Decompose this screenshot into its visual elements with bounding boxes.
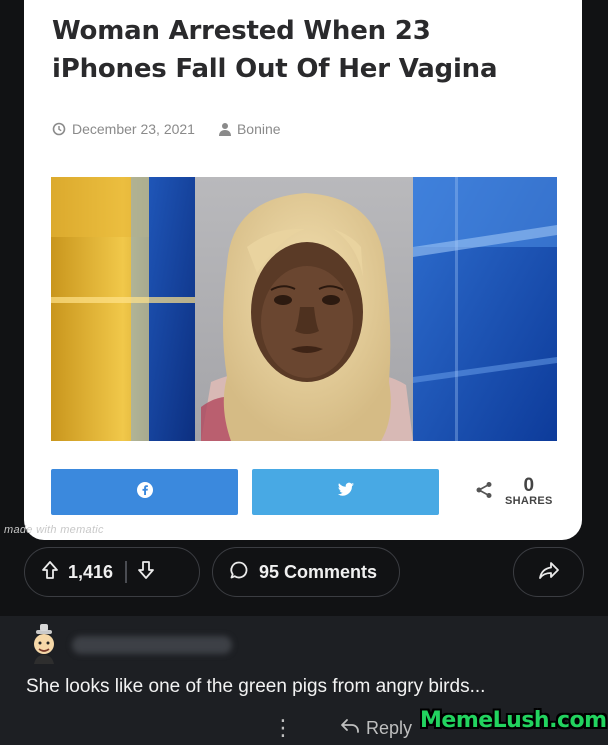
comments-label: 95 Comments: [259, 561, 378, 582]
memelush-watermark: MemeLush.com: [420, 708, 607, 733]
upvote-arrow-icon[interactable]: [41, 560, 59, 585]
article-date: December 23, 2021: [72, 121, 195, 137]
share-arrow-icon: [538, 560, 560, 585]
article-card: Woman Arrested When 23 iPhones Fall Out …: [24, 0, 582, 540]
comment-bubble-icon: [229, 560, 249, 585]
vote-count: 1,416: [68, 561, 114, 582]
twitter-bird-icon: [337, 482, 355, 502]
avatar[interactable]: [26, 624, 62, 664]
facebook-share-button[interactable]: [51, 469, 238, 515]
mugshot-photo: [51, 177, 557, 441]
article-meta: December 23, 2021 Bonine: [52, 120, 281, 138]
share-count-number: 0: [523, 475, 535, 496]
more-options-icon[interactable]: ⋮: [272, 714, 294, 742]
twitter-share-button[interactable]: [252, 469, 439, 515]
vote-pill: 1,416: [24, 547, 200, 597]
headline-line-1: Woman Arrested When 23: [52, 16, 431, 46]
facebook-icon: [136, 481, 154, 504]
headline-line-2: iPhones Fall Out Of Her Vagina: [52, 54, 498, 84]
share-count-label: SHARES: [505, 495, 553, 507]
downvote-arrow-icon[interactable]: [137, 560, 155, 585]
mematic-watermark: made with mematic: [4, 524, 104, 536]
share-button[interactable]: [513, 547, 584, 597]
reply-button[interactable]: Reply: [340, 714, 412, 742]
reply-label: Reply: [366, 718, 413, 738]
username-blurred: [72, 636, 232, 654]
share-row: 0 SHARES: [51, 469, 557, 515]
article-headline: Woman Arrested When 23 iPhones Fall Out …: [52, 12, 562, 88]
reply-arrow-icon: [340, 714, 360, 742]
clock-icon: [52, 122, 66, 136]
vote-divider: [125, 561, 127, 583]
article-author: Bonine: [236, 121, 281, 137]
comment-text: She looks like one of the green pigs fro…: [26, 676, 486, 697]
share-icon: [475, 481, 493, 504]
user-icon: [218, 122, 231, 136]
comment-section: She looks like one of the green pigs fro…: [0, 616, 608, 745]
comments-button[interactable]: 95 Comments: [212, 547, 400, 597]
share-counter: 0 SHARES: [475, 475, 553, 507]
